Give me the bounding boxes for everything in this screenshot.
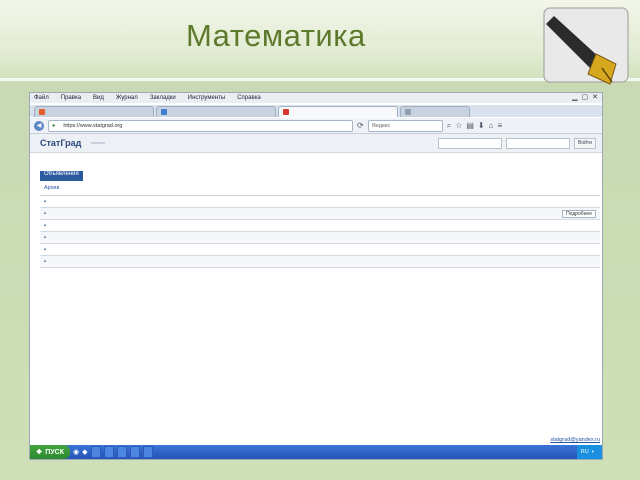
bullet-icon: ▪ — [43, 210, 47, 217]
menu-history[interactable]: Журнал — [116, 95, 138, 101]
browser-tabbar — [30, 105, 602, 117]
browser-tab[interactable] — [34, 106, 154, 117]
web-page: СтатГрад Войти Объявления Архив ▪ ▪ Подр… — [30, 134, 602, 459]
news-row[interactable]: ▪ — [40, 196, 600, 208]
search-input[interactable]: Яндекс — [367, 119, 443, 132]
footer-support: statgrad@yandex.ru — [550, 437, 600, 443]
bullet-icon: ▪ — [43, 258, 47, 265]
refresh-icon[interactable]: ⟳ — [357, 121, 364, 130]
bullet-icon: ▪ — [43, 222, 47, 229]
bullet-icon: ▪ — [43, 234, 47, 241]
site-header: СтатГрад Войти — [30, 134, 602, 153]
tab-favicon-icon — [283, 109, 289, 115]
site-tabs: Объявления — [40, 171, 592, 181]
windows-taskbar: ❖ ПУСК ◉ ◆ RU ◐ — [30, 445, 602, 459]
password-field[interactable] — [506, 137, 570, 149]
site-login: Войти — [438, 137, 602, 149]
site-nav-item[interactable] — [91, 142, 106, 144]
news-row[interactable]: ▪ — [40, 220, 600, 232]
more-button[interactable]: Подробнее — [562, 209, 596, 218]
tab-announcements[interactable]: Объявления — [40, 171, 83, 181]
menu-bookmarks[interactable]: Закладки — [150, 95, 176, 101]
tray-icon[interactable]: ◐ — [592, 449, 595, 455]
slide-title: Математика — [186, 18, 366, 53]
login-button[interactable]: Войти — [574, 137, 596, 149]
news-row[interactable]: ▪ — [40, 244, 600, 256]
quicklaunch-icon[interactable]: ◆ — [82, 448, 87, 456]
download-icon[interactable]: ⬇ — [478, 121, 485, 130]
taskbar-item[interactable] — [142, 446, 153, 458]
url-text: https://www.statgrad.org — [63, 122, 123, 129]
archive-link[interactable]: Архив — [44, 185, 59, 191]
taskbar-item[interactable] — [129, 446, 140, 458]
news-row[interactable]: ▪ — [40, 232, 600, 244]
browser-navbar: ◀ ● https://www.statgrad.org ⟳ Яндекс ⌕ … — [30, 118, 602, 134]
bullet-icon: ▪ — [43, 198, 47, 205]
menu-help[interactable]: Справка — [237, 95, 261, 101]
browser-tab[interactable] — [400, 106, 470, 117]
bullet-icon: ▪ — [43, 246, 47, 253]
browser-screenshot: Файл Правка Вид Журнал Закладки Инструме… — [29, 92, 603, 460]
news-list: ▪ ▪ Подробнее ▪ ▪ ▪ ▪ — [40, 195, 600, 268]
minimize-icon[interactable]: ▁ — [572, 93, 577, 101]
windows-logo-icon: ❖ — [36, 449, 43, 456]
menu-icon[interactable]: ≡ — [497, 121, 502, 130]
bookmarks-icon[interactable]: ▤ — [466, 121, 474, 130]
search-icon[interactable]: ⌕ — [447, 121, 451, 131]
news-row[interactable]: ▪ Подробнее — [40, 208, 600, 220]
login-field[interactable] — [438, 137, 502, 149]
system-tray: RU ◐ — [576, 445, 602, 459]
tab-favicon-icon — [161, 109, 167, 115]
browser-tab[interactable] — [156, 106, 276, 117]
site-footer: statgrad@yandex.ru — [32, 437, 600, 443]
taskbar-item[interactable] — [116, 446, 127, 458]
menu-file[interactable]: Файл — [34, 95, 49, 101]
back-arrow-icon[interactable]: ◀ — [34, 120, 44, 131]
star-icon[interactable]: ☆ — [455, 121, 462, 130]
start-button[interactable]: ❖ ПУСК — [30, 445, 70, 459]
taskbar-item[interactable] — [103, 446, 114, 458]
lock-icon: ● — [52, 122, 56, 129]
browser-tab-active[interactable] — [278, 106, 398, 117]
quicklaunch-icon[interactable]: ◉ — [73, 448, 79, 456]
close-icon[interactable]: ✕ — [592, 93, 598, 101]
tab-favicon-icon — [39, 109, 45, 115]
taskbar-item[interactable] — [90, 446, 101, 458]
support-email-link[interactable]: statgrad@yandex.ru — [550, 437, 600, 443]
menu-edit[interactable]: Правка — [61, 95, 81, 101]
menu-tools[interactable]: Инструменты — [188, 95, 225, 101]
start-label: ПУСК — [45, 448, 64, 456]
fountain-pen-icon — [543, 7, 629, 85]
site-logo[interactable]: СтатГрад — [40, 138, 81, 148]
news-row[interactable]: ▪ — [40, 256, 600, 268]
maximize-icon[interactable]: ▢ — [582, 93, 589, 101]
menu-view[interactable]: Вид — [93, 95, 104, 101]
address-bar[interactable]: ● https://www.statgrad.org — [48, 119, 353, 132]
home-icon[interactable]: ⌂ — [489, 121, 494, 130]
window-controls: ▁ ▢ ✕ — [572, 93, 598, 101]
language-indicator[interactable]: RU — [581, 449, 589, 455]
tab-favicon-icon — [405, 109, 411, 115]
browser-menubar: Файл Правка Вид Журнал Закладки Инструме… — [30, 93, 602, 103]
